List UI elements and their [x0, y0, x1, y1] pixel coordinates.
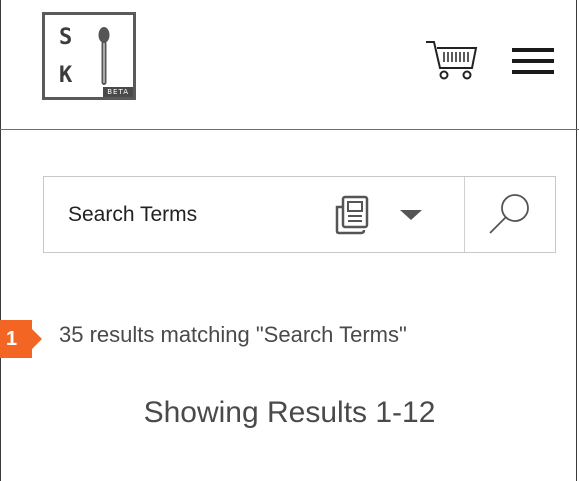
shopping-cart-icon[interactable] — [424, 38, 480, 82]
caret-down-icon[interactable] — [400, 210, 422, 220]
logo-letter-k: K — [59, 63, 73, 88]
showing-results-label: Showing Results 1-12 — [143, 396, 436, 429]
search-input[interactable] — [68, 199, 328, 231]
menu-bar — [512, 70, 554, 74]
menu-bar — [512, 48, 554, 52]
results-count: 35 results matching "Search Terms" — [59, 322, 407, 347]
beta-badge: BETA — [103, 87, 133, 97]
menu-bar — [512, 59, 554, 63]
logo-letter-s: S — [59, 25, 73, 50]
document-icon[interactable] — [334, 195, 370, 235]
search-bar — [43, 176, 556, 253]
hamburger-menu-icon[interactable] — [512, 48, 554, 80]
site-header: S K BETA — [0, 0, 579, 130]
site-logo[interactable]: S K BETA — [42, 12, 136, 100]
search-icon — [489, 194, 529, 234]
spoon-icon — [98, 27, 110, 85]
search-button[interactable] — [465, 177, 555, 252]
annotation-marker: 1 — [0, 320, 42, 358]
